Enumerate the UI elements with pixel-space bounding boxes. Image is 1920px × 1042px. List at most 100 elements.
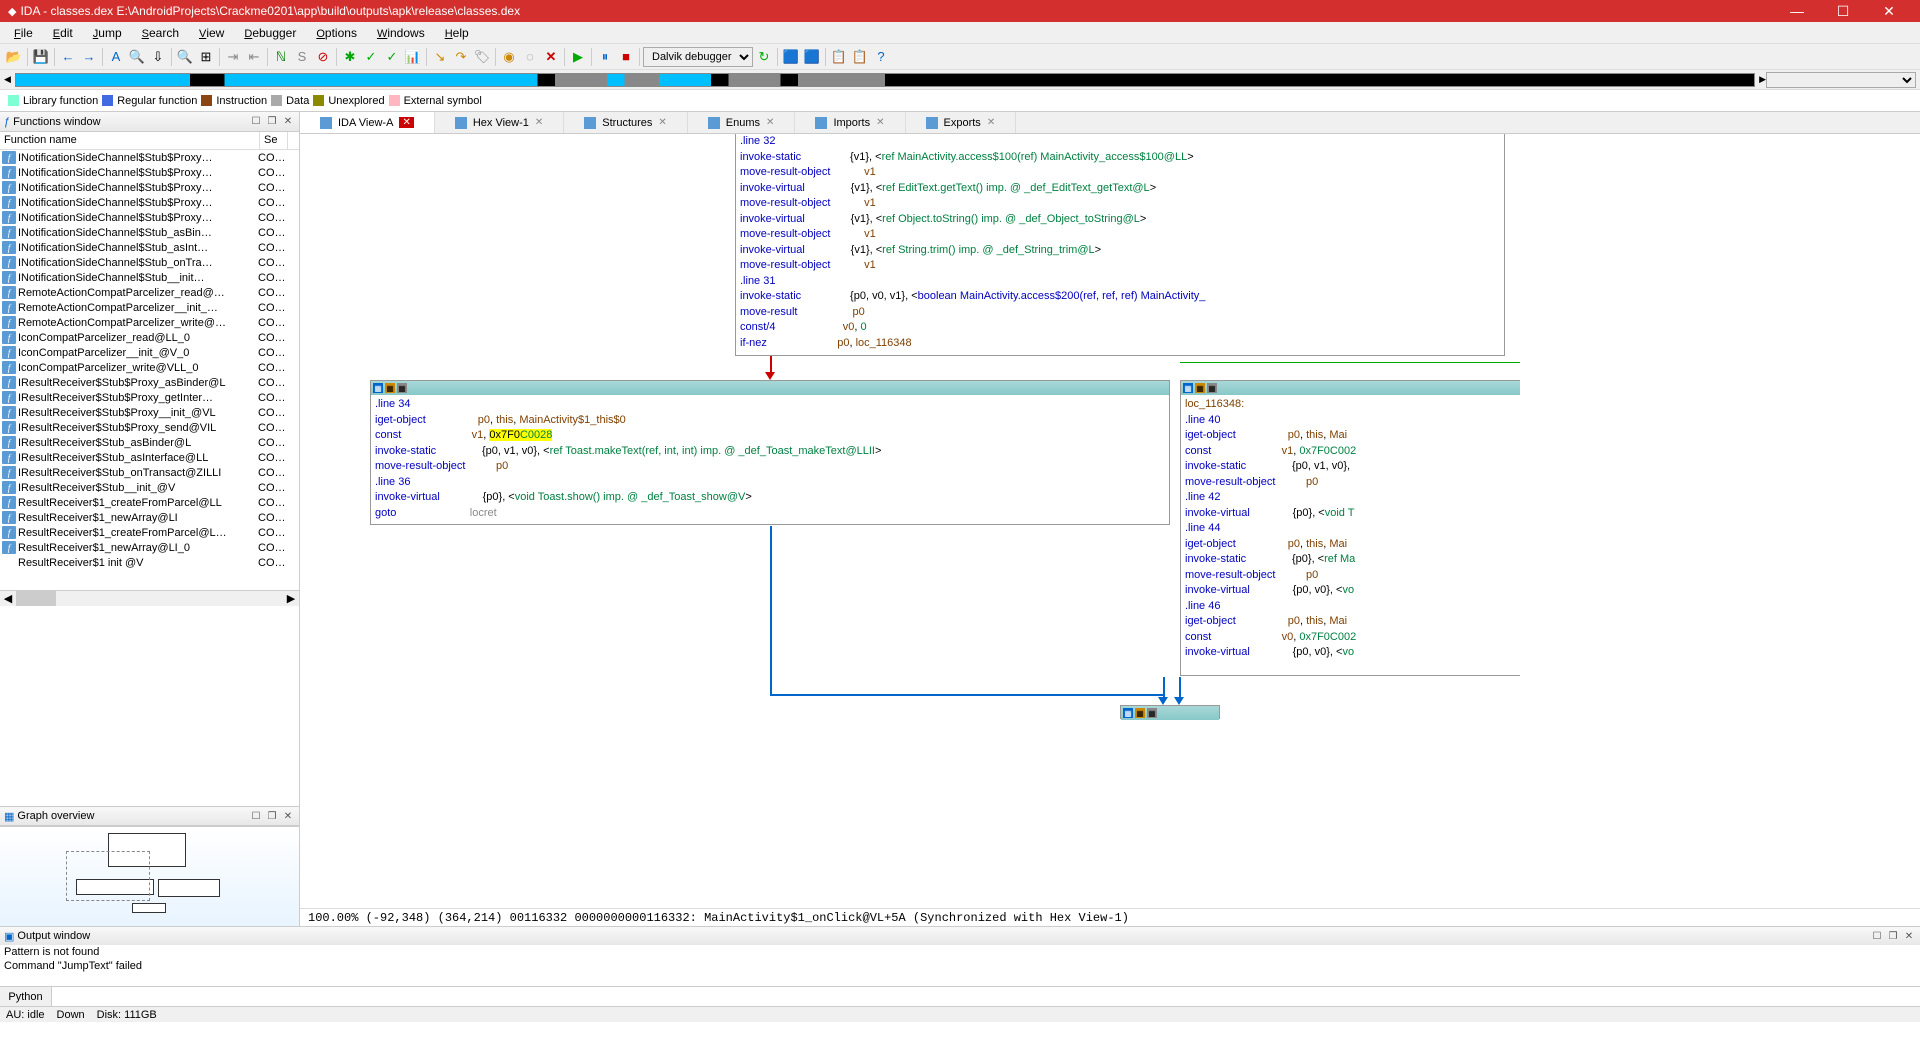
code-line[interactable]: .line 46: [1185, 599, 1516, 615]
tab-ida-view-a[interactable]: IDA View-A✕: [300, 112, 435, 133]
code-line[interactable]: move-result-object v1: [740, 227, 1500, 243]
code-line[interactable]: invoke-virtual {v1}, <ref String.trim() …: [740, 243, 1500, 259]
code-line[interactable]: move-result-object p0: [375, 459, 1165, 475]
hex-icon[interactable]: ℕ: [271, 47, 291, 67]
code-line[interactable]: move-result-object p0: [1185, 568, 1516, 584]
step-over-icon[interactable]: ↷: [451, 47, 471, 67]
function-row[interactable]: fIResultReceiver$Stub$Proxy_asBinder@LCO…: [0, 375, 299, 390]
debugger-select[interactable]: Dalvik debugger: [643, 47, 753, 67]
code-line[interactable]: invoke-static {p0, v0, v1}, <boolean Mai…: [740, 289, 1500, 305]
function-row[interactable]: fINotificationSideChannel$Stub_asBin…CO…: [0, 225, 299, 240]
panel-minimize-icon[interactable]: ☐: [249, 115, 263, 129]
navigation-dropdown[interactable]: [1766, 72, 1916, 88]
code-line[interactable]: .line 31: [740, 274, 1500, 290]
code-line[interactable]: .line 40: [1185, 413, 1516, 429]
offset-icon[interactable]: ⊘: [313, 47, 333, 67]
col-function-name[interactable]: Function name: [0, 132, 260, 149]
function-row[interactable]: fINotificationSideChannel$Stub$Proxy…CO…: [0, 150, 299, 165]
xref-from-icon[interactable]: ⇤: [244, 47, 264, 67]
code-line[interactable]: invoke-static {p0}, <ref Ma: [1185, 552, 1516, 568]
code-line[interactable]: invoke-virtual {p0, v0}, <vo: [1185, 645, 1516, 661]
menu-help[interactable]: Help: [435, 24, 479, 42]
close-button[interactable]: ✕: [1866, 0, 1912, 22]
function-row[interactable]: fINotificationSideChannel$Stub$Proxy…CO…: [0, 180, 299, 195]
code-line[interactable]: .line 42: [1185, 490, 1516, 506]
stop-icon[interactable]: ✕: [541, 47, 561, 67]
function-row[interactable]: fIResultReceiver$Stub_asBinder@LCO…: [0, 435, 299, 450]
function-row[interactable]: fResultReceiver$1_newArray@LICO…: [0, 510, 299, 525]
function-row[interactable]: fINotificationSideChannel$Stub__init…CO…: [0, 270, 299, 285]
function-row[interactable]: fResultReceiver$1_createFromParcel@L…CO…: [0, 525, 299, 540]
code-line[interactable]: invoke-virtual {p0}, <void T: [1185, 506, 1516, 522]
graph-icon[interactable]: ⊞: [196, 47, 216, 67]
menu-debugger[interactable]: Debugger: [234, 24, 306, 42]
scroll-right-icon[interactable]: ▶: [283, 591, 299, 606]
tab-hex-view-1[interactable]: Hex View-1✕: [435, 112, 564, 133]
panel-close-icon[interactable]: ✕: [281, 115, 295, 129]
function-row[interactable]: fResultReceiver$1_newArray@LI_0CO…: [0, 540, 299, 555]
cancel-icon[interactable]: ◌: [520, 47, 540, 67]
menu-jump[interactable]: Jump: [83, 24, 132, 42]
tab-close-icon[interactable]: ✕: [399, 117, 413, 128]
menu-options[interactable]: Options: [306, 24, 367, 42]
gpanel-close-icon[interactable]: ✕: [281, 809, 295, 823]
function-row[interactable]: fIResultReceiver$Stub__init_@VCO…: [0, 480, 299, 495]
python-button[interactable]: Python: [0, 987, 52, 1006]
chart-icon[interactable]: 📊: [403, 47, 423, 67]
code-line[interactable]: invoke-static {v1}, <ref MainActivity.ac…: [740, 150, 1500, 166]
function-row[interactable]: fRemoteActionCompatParcelizer_read@…CO…: [0, 285, 299, 300]
string-icon[interactable]: S: [292, 47, 312, 67]
tag-icon[interactable]: 🏷: [472, 47, 492, 67]
code-line[interactable]: .line 34: [375, 397, 1165, 413]
graph-node-mid[interactable]: ▦ ▦ ▦ .line 34iget-object p0, this, Main…: [370, 380, 1170, 525]
code-line[interactable]: iget-object p0, this, MainActivity$1_thi…: [375, 413, 1165, 429]
graph-node-right[interactable]: ▦ ▦ ▦ loc_116348:.line 40iget-object p0,…: [1180, 380, 1520, 676]
unmark-icon[interactable]: ✓: [382, 47, 402, 67]
code-line[interactable]: invoke-virtual {v1}, <ref Object.toStrin…: [740, 212, 1500, 228]
code-line[interactable]: invoke-static {p0, v1, v0}, <ref Toast.m…: [375, 444, 1165, 460]
function-row[interactable]: fIResultReceiver$Stub_onTransact@ZILLICO…: [0, 465, 299, 480]
graph-node-bottom[interactable]: ▦ ▦ ▦: [1120, 705, 1220, 719]
panel-restore-icon[interactable]: ❐: [265, 115, 279, 129]
refresh-icon[interactable]: ↻: [754, 47, 774, 67]
search-text-icon[interactable]: A: [106, 47, 126, 67]
function-row[interactable]: fIconCompatParcelizer_write@VLL_0CO…: [0, 360, 299, 375]
code-line[interactable]: move-result p0: [740, 305, 1500, 321]
code-line[interactable]: invoke-static {p0, v1, v0},: [1185, 459, 1516, 475]
tab-close-icon[interactable]: ✕: [876, 117, 884, 128]
gpanel-restore-icon[interactable]: ❐: [265, 809, 279, 823]
terminate-icon[interactable]: ■: [616, 47, 636, 67]
gpanel-minimize-icon[interactable]: ☐: [249, 809, 263, 823]
function-row[interactable]: fIconCompatParcelizer_read@LL_0CO…: [0, 330, 299, 345]
function-row[interactable]: fIconCompatParcelizer__init_@V_0CO…: [0, 345, 299, 360]
nav-right-icon[interactable]: ▶: [1759, 74, 1766, 85]
code-line[interactable]: const v0, 0x7F0C002: [1185, 630, 1516, 646]
code-line[interactable]: invoke-virtual {p0, v0}, <vo: [1185, 583, 1516, 599]
script-icon[interactable]: 📋: [829, 47, 849, 67]
menu-file[interactable]: File: [4, 24, 43, 42]
code-line[interactable]: loc_116348:: [1185, 397, 1516, 413]
graph-node-top[interactable]: .line 32invoke-static {v1}, <ref MainAct…: [735, 134, 1505, 356]
menu-edit[interactable]: Edit: [43, 24, 83, 42]
pause-icon[interactable]: ⏸: [595, 47, 615, 67]
help-icon[interactable]: ?: [871, 47, 891, 67]
code-line[interactable]: if-nez p0, loc_116348: [740, 336, 1500, 352]
bp-icon[interactable]: 🟦: [781, 47, 801, 67]
maximize-button[interactable]: ☐: [1820, 0, 1866, 22]
code-line[interactable]: invoke-virtual {v1}, <ref EditText.getTe…: [740, 181, 1500, 197]
code-line[interactable]: iget-object p0, this, Mai: [1185, 537, 1516, 553]
opanel-minimize-icon[interactable]: ☐: [1870, 929, 1884, 943]
function-row[interactable]: fINotificationSideChannel$Stub$Proxy…CO…: [0, 165, 299, 180]
tab-structures[interactable]: Structures✕: [564, 112, 688, 133]
code-line[interactable]: goto locret: [375, 506, 1165, 522]
function-row[interactable]: fIResultReceiver$Stub$Proxy__init_@VLCO…: [0, 405, 299, 420]
function-row[interactable]: fIResultReceiver$Stub$Proxy_send@VILCO…: [0, 420, 299, 435]
tab-close-icon[interactable]: ✕: [535, 117, 543, 128]
functions-scrollbar[interactable]: ◀ ▶: [0, 590, 299, 606]
scroll-thumb[interactable]: [16, 591, 56, 606]
xref-to-icon[interactable]: ⇥: [223, 47, 243, 67]
zoom-icon[interactable]: 🔍: [175, 47, 195, 67]
mark-icon[interactable]: ✓: [361, 47, 381, 67]
open-icon[interactable]: 📂: [4, 47, 24, 67]
next-search-icon[interactable]: ⇩: [148, 47, 168, 67]
